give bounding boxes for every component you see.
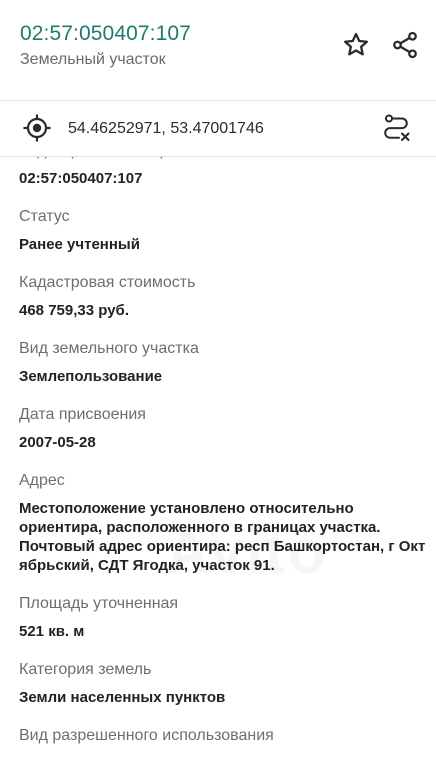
detail-label: Статус xyxy=(19,208,70,225)
app-header: 02:57:050407:107 Земельный участок xyxy=(0,0,436,100)
detail-field: Вид разрешенного использования xyxy=(0,726,436,746)
star-outline-icon xyxy=(344,32,368,56)
details-scroller: Кадастровый номер 02:57:050407:107 Статус Р… xyxy=(0,157,436,746)
detail-label: Площадь уточненная xyxy=(19,595,179,612)
detail-field: Площадь уточненная 521 кв. м xyxy=(0,594,436,641)
locate-button[interactable] xyxy=(22,113,52,143)
detail-label: Кадастровая стоимость xyxy=(19,274,196,291)
detail-field: Адрес Местоположение установлено относите… xyxy=(0,471,436,575)
detail-field: Вид земельного участка Землепользование xyxy=(0,339,436,386)
detail-value[interactable]: 468 759,33 руб. xyxy=(19,301,426,320)
detail-field: Статус Ранее учтенный xyxy=(0,207,436,254)
route-clear-icon xyxy=(384,114,410,141)
page-subtitle: Земельный участок xyxy=(20,51,166,68)
share-button[interactable] xyxy=(388,28,422,62)
details-list[interactable]: Кадастровый номер 02:57:050407:107 Статус Р… xyxy=(0,157,436,767)
crosshair-target-icon xyxy=(23,114,51,142)
detail-label: Вид земельного участка xyxy=(19,340,199,357)
favorite-button[interactable] xyxy=(339,28,373,62)
detail-field: Кадастровая стоимость 468 759,33 руб. xyxy=(0,273,436,320)
detail-value[interactable]: Ранее учтенный xyxy=(19,235,426,254)
detail-label: Дата присвоения xyxy=(19,406,146,423)
coordinates-text[interactable]: 54.46252971, 53.47001746 xyxy=(68,120,264,138)
detail-field: Категория земель Земли населенных пунктов xyxy=(0,660,436,707)
detail-value[interactable]: Местоположение установлено относительно … xyxy=(19,499,426,575)
detail-label: Категория земель xyxy=(19,661,152,678)
detail-value[interactable]: Земли населенных пунктов xyxy=(19,688,426,707)
detail-value[interactable]: 521 кв. м xyxy=(19,622,426,641)
detail-value[interactable]: 02:57:050407:107 xyxy=(19,169,426,188)
route-button[interactable] xyxy=(380,112,412,144)
coordinates-bar: 54.46252971, 53.47001746 xyxy=(0,101,436,155)
detail-label: Кадастровый номер xyxy=(19,157,426,161)
share-icon xyxy=(393,31,417,59)
detail-label: Вид разрешенного использования xyxy=(19,727,274,744)
page-title: 02:57:050407:107 xyxy=(20,22,191,45)
detail-value[interactable]: 2007-05-28 xyxy=(19,433,426,452)
detail-value[interactable]: Землепользование xyxy=(19,367,426,386)
detail-field: Кадастровый номер 02:57:050407:107 xyxy=(0,157,436,188)
detail-label: Адрес xyxy=(19,472,65,489)
detail-field: Дата присвоения 2007-05-28 xyxy=(0,405,436,452)
